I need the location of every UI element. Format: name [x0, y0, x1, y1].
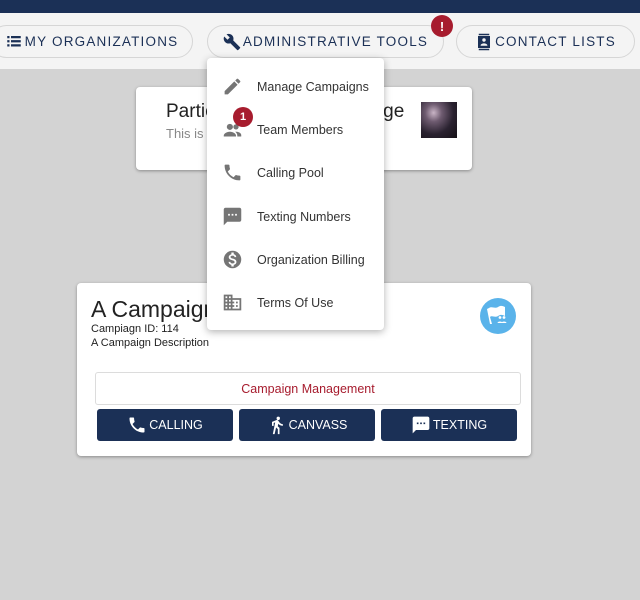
walking-person-icon	[271, 416, 283, 435]
pencil-icon	[221, 76, 243, 98]
menu-item-texting-numbers[interactable]: Texting Numbers	[207, 195, 384, 238]
admin-alert-badge: !	[431, 15, 453, 37]
list-icon	[5, 33, 23, 51]
menu-item-terms-of-use[interactable]: Terms Of Use	[207, 281, 384, 324]
sms-icon	[221, 206, 243, 228]
canvass-label: CANVASS	[288, 418, 348, 432]
contact-lists-label: CONTACT LISTS	[495, 34, 616, 49]
top-bar	[0, 0, 640, 13]
campaign-id: Campiagn ID: 114	[91, 323, 179, 335]
phone-icon	[129, 417, 145, 433]
menu-item-calling-pool[interactable]: Calling Pool	[207, 151, 384, 194]
contact-lists-button[interactable]: CONTACT LISTS	[456, 25, 635, 58]
texting-label: TEXTING	[432, 418, 488, 432]
menu-item-manage-campaigns[interactable]: Manage Campaigns	[207, 65, 384, 108]
campaign-title: A Campaign	[91, 296, 217, 322]
calling-button[interactable]: CALLING	[97, 409, 233, 441]
menu-item-team-members[interactable]: 1 Team Members	[207, 107, 384, 151]
sms-icon	[412, 416, 430, 434]
contact-book-icon	[475, 33, 493, 51]
team-members-badge: 1	[233, 107, 253, 127]
wrench-icon	[223, 33, 241, 51]
administrative-tools-menu: Manage Campaigns 1 Team Members Calling …	[207, 58, 384, 330]
administrative-tools-label: ADMINISTRATIVE TOOLS	[242, 34, 429, 49]
phone-icon	[221, 162, 243, 184]
campaign-flag-icon	[480, 298, 516, 334]
my-organizations-label: MY ORGANIZATIONS	[24, 34, 179, 49]
my-organizations-button[interactable]: MY ORGANIZATIONS	[0, 25, 193, 58]
menu-item-organization-billing[interactable]: Organization Billing	[207, 238, 384, 281]
building-icon	[221, 292, 243, 314]
campaign-management-button[interactable]: Campaign Management	[95, 372, 521, 405]
calling-label: CALLING	[149, 418, 203, 432]
canvass-button[interactable]: CANVASS	[239, 409, 375, 441]
dollar-icon	[221, 249, 243, 271]
campaign-description: A Campaign Description	[91, 337, 210, 349]
administrative-tools-button[interactable]: ADMINISTRATIVE TOOLS	[207, 25, 444, 58]
texting-button[interactable]: TEXTING	[381, 409, 517, 441]
organization-image	[421, 102, 457, 138]
